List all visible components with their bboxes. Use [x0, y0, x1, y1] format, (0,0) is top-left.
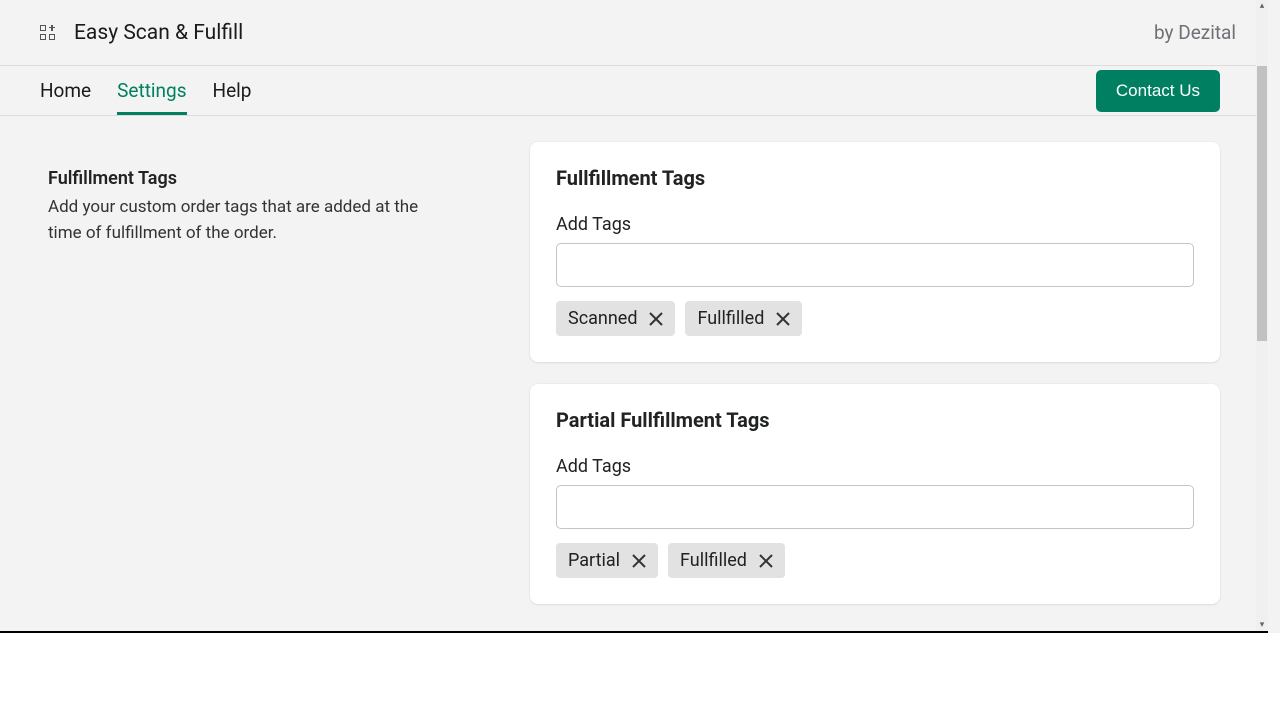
app-title: Easy Scan & Fulfill	[74, 21, 243, 45]
tag-label: Scanned	[568, 308, 637, 329]
section-title: Fulfillment Tags	[48, 168, 530, 189]
tags-row: Scanned Fullfilled	[556, 301, 1194, 336]
partial-fulfillment-tags-card: Partial Fullfillment Tags Add Tags Parti…	[530, 384, 1220, 604]
scroll-thumb[interactable]	[1257, 66, 1267, 341]
close-icon[interactable]	[647, 310, 665, 328]
tag-chip: Partial	[556, 543, 658, 578]
section-description: Add your custom order tags that are adde…	[48, 195, 448, 246]
field-label: Add Tags	[556, 214, 1194, 235]
app-header: Easy Scan & Fulfill by Dezital	[0, 0, 1268, 66]
tag-chip: Scanned	[556, 301, 675, 336]
tag-label: Fullfilled	[680, 550, 747, 571]
close-icon[interactable]	[630, 552, 648, 570]
tags-row: Partial Fullfilled	[556, 543, 1194, 578]
tab-help[interactable]: Help	[213, 66, 252, 115]
add-tags-input[interactable]	[556, 243, 1194, 287]
fulfillment-tags-card: Fullfillment Tags Add Tags Scanned Fullf…	[530, 142, 1220, 362]
close-icon[interactable]	[774, 310, 792, 328]
tab-settings[interactable]: Settings	[117, 66, 186, 115]
tab-bar: Home Settings Help Contact Us	[0, 66, 1268, 116]
contact-us-button[interactable]: Contact Us	[1096, 70, 1220, 112]
add-tags-input[interactable]	[556, 485, 1194, 529]
by-line: by Dezital	[1154, 21, 1236, 44]
tag-label: Partial	[568, 550, 620, 571]
content: Fulfillment Tags Add your custom order t…	[0, 116, 1268, 604]
section-info: Fulfillment Tags Add your custom order t…	[48, 142, 530, 604]
tag-chip: Fullfilled	[685, 301, 802, 336]
tag-chip: Fullfilled	[668, 543, 785, 578]
tab-home[interactable]: Home	[40, 66, 91, 115]
card-title: Fullfillment Tags	[556, 166, 1194, 190]
bottom-panel	[0, 633, 1280, 720]
header-left: Easy Scan & Fulfill	[40, 21, 243, 45]
tag-label: Fullfilled	[697, 308, 764, 329]
scrollbar[interactable]: ▴ ▾	[1256, 0, 1268, 631]
field-label: Add Tags	[556, 456, 1194, 477]
card-title: Partial Fullfillment Tags	[556, 408, 1194, 432]
scroll-up-icon[interactable]: ▴	[1256, 0, 1268, 12]
tabs: Home Settings Help	[40, 66, 251, 115]
apps-icon	[40, 25, 56, 41]
cards-column: Fullfillment Tags Add Tags Scanned Fullf…	[530, 142, 1220, 604]
close-icon[interactable]	[757, 552, 775, 570]
scroll-down-icon[interactable]: ▾	[1256, 619, 1268, 631]
